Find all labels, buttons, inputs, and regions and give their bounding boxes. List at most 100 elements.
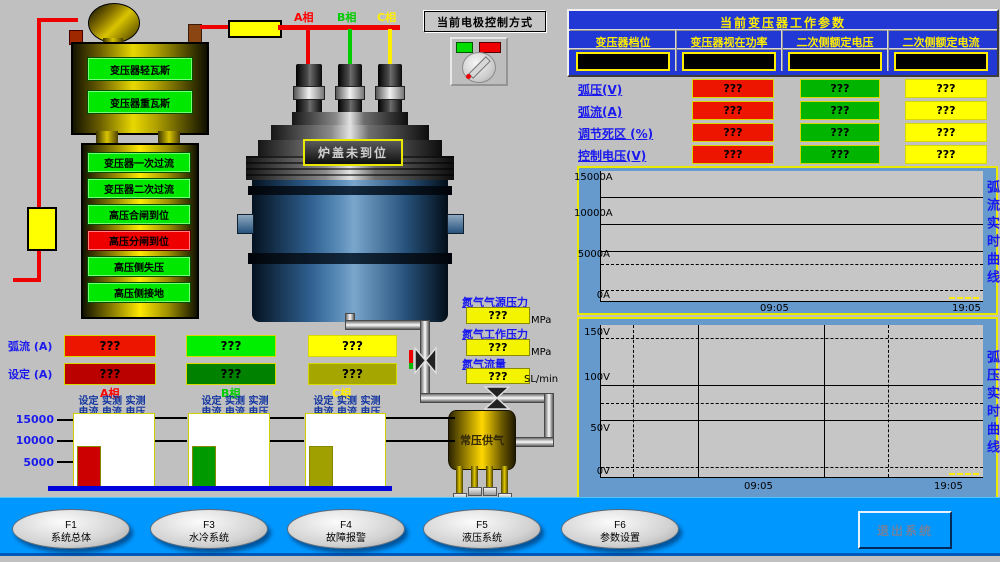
- phase-feed-wire: [200, 25, 230, 29]
- arc-current-c: ???: [905, 101, 987, 120]
- phase-b-label: B相: [337, 9, 356, 25]
- electrode-a-collar: [293, 86, 325, 100]
- valve-icon[interactable]: [484, 386, 510, 410]
- hv-wire: [13, 278, 41, 282]
- nav-f3-water-cooling[interactable]: F3 水冷系统: [150, 509, 268, 549]
- arc-voltage-trend-title: 弧压实时曲线: [982, 350, 1000, 458]
- gas-supply-tank-label: 常压供气: [449, 432, 515, 448]
- furnace-band: [248, 186, 452, 195]
- table-divider: [887, 29, 889, 71]
- arc-current-label: 弧流(A): [578, 103, 622, 120]
- phase-a-setpoint: ???: [64, 363, 156, 385]
- knob-needle-icon: [468, 56, 491, 79]
- pipe-segment: [346, 321, 429, 329]
- nav-f6-parameter-settings[interactable]: F6 参数设置: [561, 509, 679, 549]
- phase-b-setpoint: ???: [186, 363, 276, 385]
- transformer-body: 变压器轻瓦斯 变压器重瓦斯: [71, 42, 209, 135]
- valve-icon[interactable]: [414, 347, 437, 374]
- phase-c-bar: [309, 446, 333, 487]
- gas-source-pressure-unit: MPa: [531, 315, 551, 326]
- trend-cursor: [949, 297, 979, 299]
- setpoint-row-label: 设定 (A): [8, 366, 52, 382]
- electrode-c-collar: [375, 86, 405, 100]
- phase-c-bar-panel: [305, 413, 386, 488]
- gas-source-pressure-value: ???: [466, 307, 530, 324]
- hmi-screen: 变压器轻瓦斯 变压器重瓦斯 变压器一次过流 变压器二次过流 高压合闸到位 高压分…: [0, 0, 1000, 562]
- furnace-cover-status: 炉盖未到位: [303, 139, 403, 166]
- transformer-leg: [158, 131, 180, 143]
- arc-voltage-a: ???: [692, 79, 774, 98]
- arc-current-row-label: 弧流 (A): [8, 338, 52, 354]
- alarm-hv-open-in-position[interactable]: 高压分闸到位: [87, 230, 191, 251]
- exit-system-button[interactable]: 退出系统: [858, 511, 952, 549]
- phase-fuse-icon: [228, 20, 282, 38]
- phase-a-bar: [77, 446, 101, 487]
- gas-flow-value: ???: [466, 368, 530, 384]
- bar-y-tick: 10000: [12, 434, 54, 447]
- nav-f5-hydraulic-system[interactable]: F5 液压系统: [423, 509, 541, 549]
- alarm-hv-voltage-loss[interactable]: 高压侧失压: [87, 256, 191, 277]
- arc-current-a: ???: [692, 101, 774, 120]
- transformer-leg: [96, 131, 118, 143]
- apparent-power-value: [682, 52, 776, 71]
- furnace-body: [252, 180, 448, 322]
- hv-wire: [37, 18, 78, 22]
- furnace-band: [248, 253, 452, 264]
- control-voltage-a: ???: [692, 145, 774, 164]
- mode-green-indicator-button[interactable]: [456, 42, 473, 53]
- phase-b-bar: [192, 446, 216, 487]
- valve-state-indicator: [409, 350, 413, 363]
- arc-current-b: ???: [800, 101, 880, 120]
- furnace-cover: [271, 125, 429, 140]
- y-tick: 0V: [574, 466, 610, 477]
- phase-c-label: C相: [377, 9, 396, 25]
- nav-f1-system-overview[interactable]: F1 系统总体: [12, 509, 130, 549]
- transformer-params-table: 当前变压器工作参数 变压器档位 变压器视在功率 二次侧额定电压 二次侧额定电流: [567, 9, 999, 77]
- x-tick: 19:05: [934, 481, 963, 492]
- x-tick: 09:05: [760, 303, 789, 314]
- y-tick: 50V: [574, 423, 610, 434]
- y-tick: 10000A: [574, 208, 610, 219]
- knob-position-dot: [466, 74, 471, 79]
- gas-supply-tank: 常压供气: [448, 410, 516, 470]
- gas-working-pressure-unit: MPa: [531, 347, 551, 358]
- y-tick: 100V: [574, 372, 610, 383]
- phase-b-current: ???: [186, 335, 276, 357]
- phase-c-drop: [388, 29, 392, 68]
- electrode-control-panel: [450, 37, 508, 86]
- control-voltage-b: ???: [800, 145, 880, 164]
- valve-state-indicator: [409, 363, 413, 369]
- alarm-primary-overcurrent[interactable]: 变压器一次过流: [87, 152, 191, 173]
- transformer-heavy-gas-indicator[interactable]: 变压器重瓦斯: [87, 90, 193, 114]
- transformer-light-gas-indicator[interactable]: 变压器轻瓦斯: [87, 57, 193, 81]
- furnace-cover: [292, 112, 408, 125]
- table-divider: [569, 48, 997, 50]
- alarm-secondary-overcurrent[interactable]: 变压器二次过流: [87, 178, 191, 199]
- hv-fuse-icon: [27, 207, 57, 251]
- arc-voltage-trend-plot: [600, 325, 983, 478]
- arc-voltage-b: ???: [800, 79, 880, 98]
- nav-f4-fault-alarm[interactable]: F4 故障报警: [287, 509, 405, 549]
- table-divider: [675, 29, 677, 71]
- phase-a-drop: [306, 29, 310, 68]
- electrode-control-mode-label: 当前电极控制方式: [424, 11, 546, 32]
- phase-a-bar-panel: [73, 413, 155, 488]
- deadband-label: 调节死区 (%): [578, 125, 653, 142]
- pipe-segment: [513, 438, 553, 446]
- furnace-nozzle-right: [447, 214, 464, 234]
- secondary-current-value: [894, 52, 988, 71]
- furnace-nozzle-left: [237, 214, 254, 234]
- mode-selector-knob[interactable]: [462, 52, 496, 83]
- deadband-b: ???: [800, 123, 880, 142]
- electrode-b-collar: [335, 86, 365, 100]
- arc-voltage-label: 弧压(V): [578, 81, 622, 98]
- arc-current-trend-title: 弧流实时曲线: [982, 180, 1000, 288]
- secondary-voltage-value: [788, 52, 882, 71]
- phase-b-bar-panel: [188, 413, 270, 488]
- control-voltage-c: ???: [905, 145, 987, 164]
- phase-a-current: ???: [64, 335, 156, 357]
- arc-current-trend-plot: [600, 171, 983, 302]
- alarm-hv-grounded[interactable]: 高压侧接地: [87, 282, 191, 303]
- tank-leg: [456, 466, 463, 494]
- alarm-hv-close-in-position[interactable]: 高压合闸到位: [87, 204, 191, 225]
